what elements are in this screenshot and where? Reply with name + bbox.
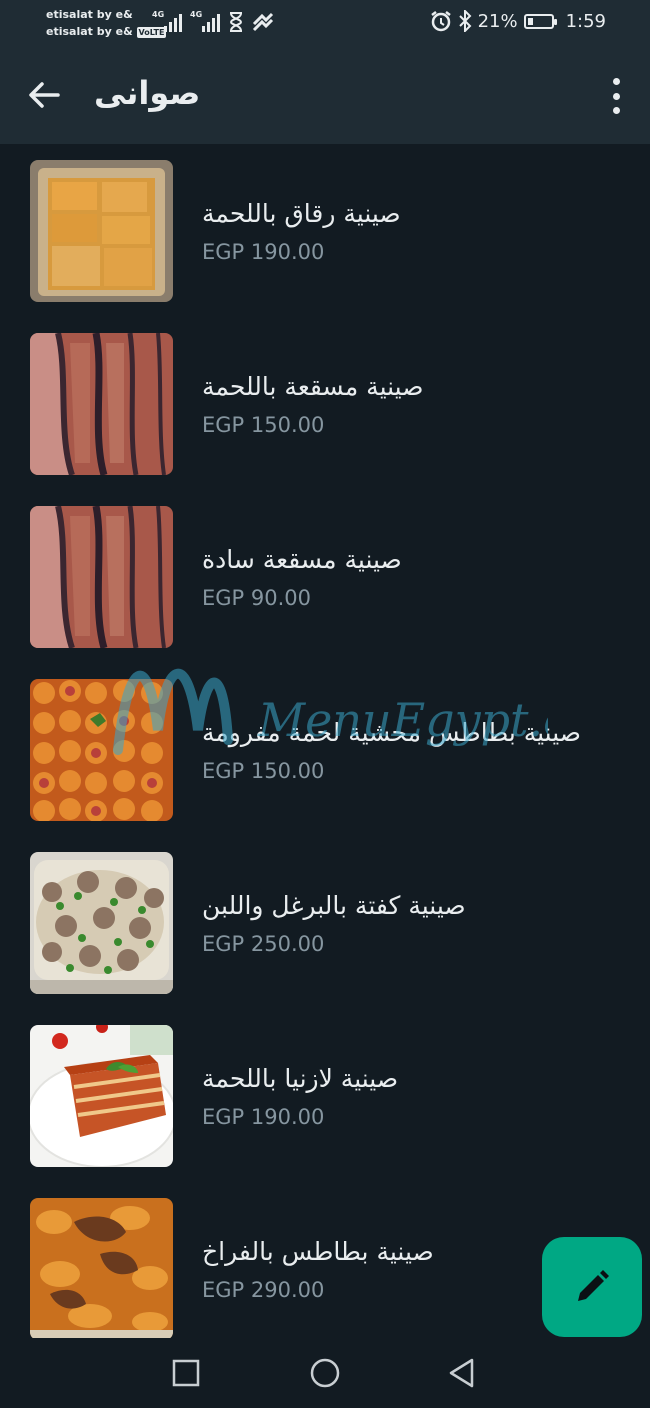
product-price: EGP 190.00 xyxy=(202,1105,325,1129)
product-name: صينية مسقعة سادة xyxy=(202,545,402,574)
battery-icon xyxy=(523,13,557,29)
system-nav-bar xyxy=(0,1338,650,1408)
signal-icon-1: 4G xyxy=(152,10,186,32)
data-saver-icon xyxy=(252,12,274,32)
recents-square-icon[interactable] xyxy=(170,1357,202,1389)
product-name: صينية مسقعة باللحمة xyxy=(202,372,424,401)
product-image xyxy=(30,506,173,648)
product-image xyxy=(30,1198,173,1338)
battery-fill xyxy=(527,17,533,25)
product-price: EGP 150.00 xyxy=(202,413,325,437)
pencil-icon xyxy=(578,1270,609,1301)
list-item[interactable]: صينية لازنيا باللحمة EGP 190.00 xyxy=(0,1009,650,1167)
list-item[interactable]: صينية رقاق باللحمة EGP 190.00 xyxy=(0,144,650,302)
product-image xyxy=(30,333,173,475)
more-vert-icon[interactable] xyxy=(608,78,624,114)
product-image xyxy=(30,1025,173,1167)
carrier-1: etisalat by e& xyxy=(46,8,133,21)
list-item[interactable]: صينية بطاطس محشية لحمة مفرومة EGP 150.00 xyxy=(0,663,650,821)
product-price: EGP 150.00 xyxy=(202,759,325,783)
app-bar: صوانى xyxy=(0,48,650,144)
product-image xyxy=(30,679,173,821)
product-price: EGP 250.00 xyxy=(202,932,325,956)
network-type-2: 4G xyxy=(190,10,203,19)
signal-icon-2: 4G xyxy=(190,10,224,32)
network-type-1: 4G xyxy=(152,10,165,19)
carrier-info: etisalat by e& etisalat by e& VoLTE xyxy=(46,6,167,40)
product-image xyxy=(30,852,173,994)
product-list: صينية رقاق باللحمة EGP 190.00 صينية مسقع… xyxy=(0,144,650,1338)
product-name: صينية رقاق باللحمة xyxy=(202,199,401,228)
bluetooth-icon xyxy=(458,10,471,32)
edit-fab-button[interactable] xyxy=(542,1237,642,1337)
product-price: EGP 90.00 xyxy=(202,586,311,610)
page-title: صوانى xyxy=(94,74,201,112)
clock: 1:59 xyxy=(565,10,606,32)
alarm-icon xyxy=(430,11,451,32)
product-name: صينية بطاطس بالفراخ xyxy=(202,1237,434,1266)
product-name: صينية بطاطس محشية لحمة مفرومة xyxy=(202,718,581,747)
arrow-left-icon[interactable] xyxy=(24,76,64,116)
product-price: EGP 290.00 xyxy=(202,1278,325,1302)
list-item[interactable]: صينية مسقعة سادة EGP 90.00 xyxy=(0,490,650,648)
product-image xyxy=(30,160,173,302)
list-item[interactable]: صينية كفتة بالبرغل واللبن EGP 250.00 xyxy=(0,836,650,994)
list-item[interactable]: صينية مسقعة باللحمة EGP 150.00 xyxy=(0,317,650,475)
status-bar: etisalat by e& etisalat by e& VoLTE 4G 4… xyxy=(0,0,650,48)
back-triangle-icon[interactable] xyxy=(446,1357,478,1389)
product-name: صينية كفتة بالبرغل واللبن xyxy=(202,891,466,920)
product-name: صينية لازنيا باللحمة xyxy=(202,1064,399,1093)
status-right: 21% 1:59 xyxy=(430,10,606,32)
hourglass-icon xyxy=(229,12,243,32)
home-circle-icon[interactable] xyxy=(309,1357,341,1389)
carrier-2: etisalat by e& xyxy=(46,25,133,38)
battery-percent: 21% xyxy=(477,10,518,32)
product-price: EGP 190.00 xyxy=(202,240,325,264)
